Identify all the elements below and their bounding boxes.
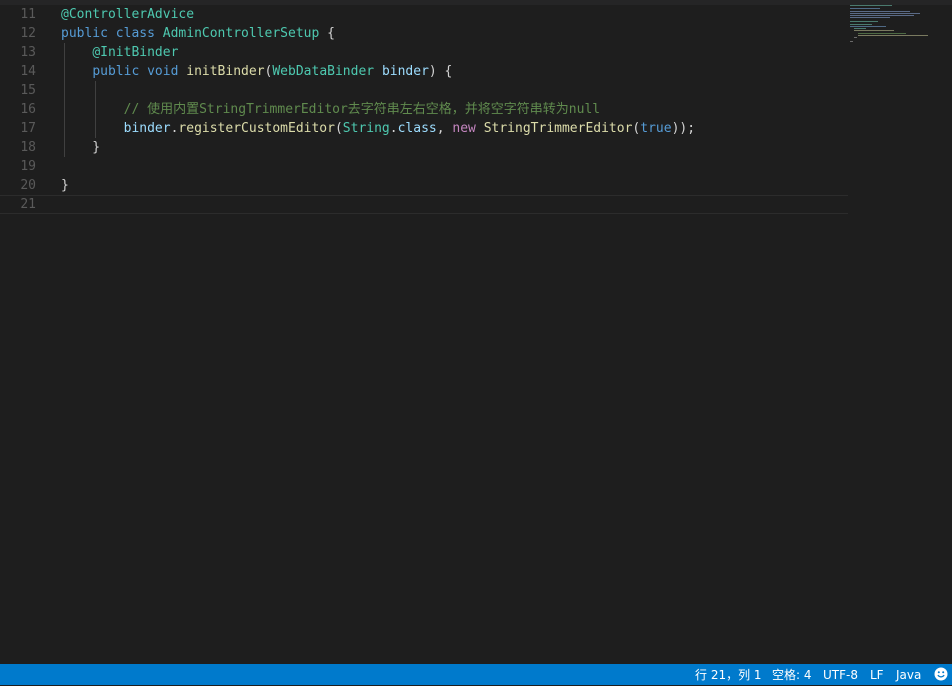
line-text: } [61,176,69,195]
code-line[interactable]: 19 [0,157,848,176]
language-mode[interactable]: Java [896,664,921,685]
code-token: class [115,26,155,41]
code-token: binder [123,121,171,136]
line-text: } [61,138,100,157]
status-bar: 行 21，列 1 空格: 4 UTF-8 LF Java [0,664,952,685]
code-token: binder [381,64,429,79]
code-token: ) { [428,64,453,79]
code-token: StringTrimmerEditor [483,121,633,136]
code-token: )); [671,121,696,136]
line-text: public class AdminControllerSetup { [61,24,335,43]
line-number: 11 [20,7,36,22]
code-line[interactable]: 15 [0,81,848,100]
code-token: @InitBinder [92,45,179,60]
indent-guide [95,81,96,100]
code-token: true [640,121,672,136]
code-token: // 使用内置StringTrimmerEditor去字符串左右空格，并将空字符… [123,102,601,117]
code-token: String [342,121,390,136]
code-line[interactable]: 20} [0,176,848,195]
code-token: initBinder [186,64,265,79]
line-number: 14 [20,64,36,79]
code-line[interactable]: 12 public class AdminControllerSetup { [0,24,848,43]
file-encoding[interactable]: UTF-8 [823,664,858,685]
indent-guide [64,81,65,100]
line-text: binder.registerCustomEditor(String.class… [61,119,695,138]
minimap[interactable] [848,5,952,65]
code-token: } [61,140,101,155]
code-editor[interactable]: 11 @ControllerAdvice 12 public class AdminC… [0,0,952,664]
code-line[interactable]: 11 @ControllerAdvice [0,5,848,24]
code-line[interactable]: 17 binder.registerCustomEditor(String.cl… [0,119,848,138]
line-number: 13 [20,45,36,60]
code-line[interactable]: 21 [0,195,848,214]
code-line[interactable]: 16 // 使用内置StringTrimmerEditor去字符串左右空格，并将… [0,100,848,119]
code-token: new [452,121,476,136]
line-number: 12 [20,26,36,41]
line-number: 17 [20,121,36,136]
line-text: public void initBinder(WebDataBinder bin… [61,62,452,81]
code-token: . [389,121,398,136]
code-token: } [61,178,69,193]
line-number: 16 [20,102,36,117]
code-token: public [92,64,140,79]
code-token: class [397,121,437,136]
code-token: public [61,26,108,41]
line-text: // 使用内置StringTrimmerEditor去字符串左右空格，并将空字符… [61,100,601,119]
cursor-position[interactable]: 行 21，列 1 [695,664,762,685]
code-token: ( [334,121,343,136]
code-line[interactable]: 14 public void initBinder(WebDataBinder … [0,62,848,81]
code-token: @ControllerAdvice [61,7,195,22]
code-token: registerCustomEditor [178,121,335,136]
line-number: 21 [20,197,36,212]
line-number: 19 [20,159,36,174]
code-token: void [147,64,179,79]
code-token: WebDataBinder [272,64,375,79]
line-number: 15 [20,83,36,98]
line-text: @ControllerAdvice [61,5,194,24]
code-area[interactable]: 11 @ControllerAdvice 12 public class AdminC… [0,5,848,214]
code-token: , [436,121,453,136]
end-of-line[interactable]: LF [870,664,884,685]
indentation-setting[interactable]: 空格: 4 [772,664,812,685]
code-line[interactable]: 13 @InitBinder [0,43,848,62]
code-token: AdminControllerSetup [162,26,320,41]
line-number: 18 [20,140,36,155]
code-line[interactable]: 18 } [0,138,848,157]
code-token: { [319,26,335,41]
smiley-icon[interactable] [934,667,948,681]
line-text: @InitBinder [61,43,178,62]
line-number: 20 [20,178,36,193]
